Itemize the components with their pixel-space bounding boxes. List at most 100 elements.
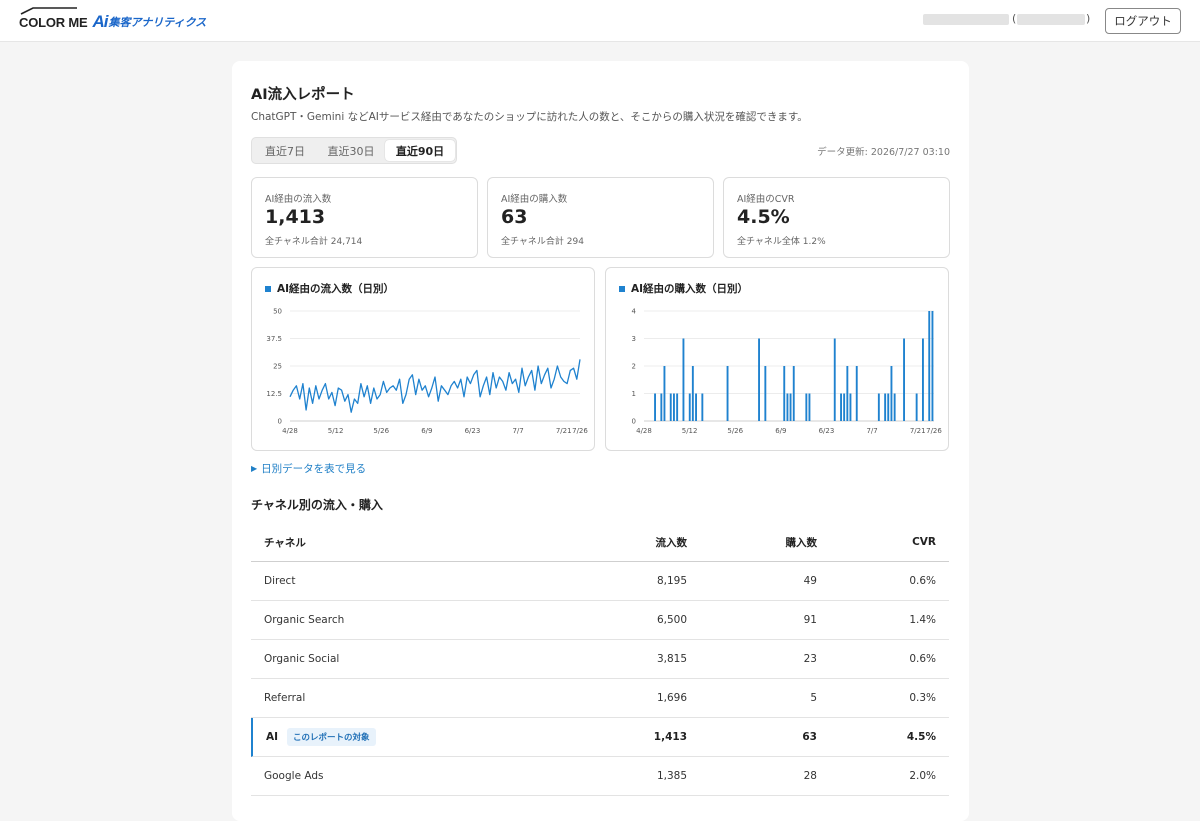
kpi-value: 4.5%: [737, 206, 790, 228]
purchases-chart-card: 0 1 2 3 4 4/28 5/12 5/26 6/9 6/23 7/7 7/21 7/26 AI経由…: [605, 267, 949, 451]
visits-chart-title: AI経由の流入数（日別）: [265, 281, 394, 296]
header-purchases: 購入数: [785, 536, 818, 549]
top-bar: COLOR ME Ai 集客アナリティクス ( ) ログアウト: [0, 0, 1200, 42]
kpi-sub: 全チャネル合計 24,714: [265, 237, 363, 247]
channel-purchases: 49: [803, 575, 817, 587]
purchase-bar: [660, 393, 663, 421]
header-channel: チャネル: [264, 536, 306, 549]
channel-purchases: 5: [810, 692, 817, 704]
purchase-bar: [877, 393, 880, 421]
purchase-bar: [764, 366, 767, 421]
kpi-label: AI経由の購入数: [501, 194, 568, 205]
channel-visits: 3,815: [656, 653, 687, 665]
table-row: Direct 8,195 49 0.6%: [251, 562, 949, 601]
x-tick-label: 5/26: [373, 427, 389, 435]
y-tick-label: 0: [278, 418, 282, 426]
y-tick-label: 12.5: [266, 390, 282, 398]
y-tick-label: 50: [273, 308, 282, 316]
y-tick-label: 37.5: [266, 335, 282, 343]
kpi-value: 63: [501, 206, 528, 228]
logo-product-name: 集客アナリティクス: [108, 16, 207, 29]
channel-cvr: 0.6%: [909, 653, 936, 665]
purchases-chart-title: AI経由の購入数（日別）: [619, 281, 748, 296]
y-tick-label: 3: [632, 335, 636, 343]
purchase-bar: [915, 393, 918, 421]
x-tick-label: 4/28: [636, 427, 652, 435]
paren-close: ): [1086, 12, 1091, 25]
purchase-bar: [928, 311, 931, 421]
channel-section-title: チャネル別の流入・購入: [251, 498, 383, 512]
channel-cvr: 2.0%: [909, 770, 936, 782]
channel-visits: 1,413: [653, 731, 687, 743]
user-id-redacted: [1017, 14, 1085, 25]
y-tick-label: 2: [632, 363, 636, 371]
x-tick-label: 7/26: [926, 427, 942, 435]
kpi-sub: 全チャネル合計 294: [501, 237, 584, 247]
paren-open: (: [1012, 12, 1017, 25]
purchase-bar: [783, 366, 786, 421]
purchase-bar: [890, 366, 893, 421]
channel-purchases: 91: [803, 614, 817, 626]
x-tick-label: 7/7: [866, 427, 877, 435]
channel-cvr: 1.4%: [909, 614, 936, 626]
kpi-ai-visits: AI経由の流入数 1,413 全チャネル合計 24,714: [251, 177, 478, 258]
visits-chart-title-text: AI経由の流入数（日別）: [277, 283, 395, 295]
kpi-value: 1,413: [265, 206, 326, 228]
daily-data-toggle[interactable]: ▶ 日別データを表で見る: [251, 461, 366, 476]
logo-roof-icon: [20, 7, 77, 15]
purchase-bar: [682, 338, 685, 421]
kpi-ai-purchases: AI経由の購入数 63 全チャネル合計 294: [487, 177, 714, 258]
logo-ai-mark: Ai: [92, 12, 108, 31]
disclosure-triangle-icon: ▶: [251, 464, 258, 473]
channel-purchases: 28: [803, 770, 817, 782]
channel-name: AI このレポートの対象: [266, 718, 376, 756]
channel-table: チャネル 流入数 購入数 CVR Direct 8,195 49 0.6% Or…: [251, 523, 949, 796]
channel-cvr: 0.6%: [909, 575, 936, 587]
y-tick-label: 0: [632, 418, 636, 426]
x-tick-label: 7/26: [572, 427, 588, 435]
x-tick-label: 7/21: [910, 427, 926, 435]
purchase-bar: [903, 338, 905, 421]
x-tick-label: 6/23: [819, 427, 835, 435]
legend-square-icon: [265, 285, 271, 292]
purchase-bar: [673, 393, 675, 421]
channel-visits: 8,195: [656, 575, 687, 587]
x-tick-label: 5/12: [328, 427, 344, 435]
table-row: Organic Search 6,500 91 1.4%: [251, 601, 949, 640]
channel-cvr: 4.5%: [906, 731, 936, 743]
channel-name: Organic Search: [264, 614, 345, 626]
page-title: AI流入レポート: [251, 87, 355, 103]
channel-cvr: 0.3%: [909, 692, 936, 704]
report-card: AI流入レポート ChatGPT・Gemini などAIサービス経由であなたのシ…: [232, 61, 969, 821]
purchase-bar: [843, 393, 846, 421]
kpi-label: AI経由の流入数: [265, 194, 332, 205]
purchase-bar: [701, 393, 704, 421]
purchase-bar: [846, 366, 849, 421]
channel-name-text: AI: [266, 731, 279, 743]
tab-90days[interactable]: 直近90日: [385, 140, 455, 161]
table-row: Google Ads 1,385 28 2.0%: [251, 757, 949, 796]
purchase-bar: [726, 366, 729, 421]
purchase-bar: [669, 393, 672, 421]
logout-button[interactable]: ログアウト: [1105, 8, 1181, 34]
channel-visits: 1,385: [656, 770, 687, 782]
report-target-badge: このレポートの対象: [287, 728, 376, 746]
x-tick-label: 6/9: [775, 427, 786, 435]
table-row-highlighted: AI このレポートの対象 1,413 63 4.5%: [251, 718, 949, 757]
user-name-redacted: [923, 14, 1009, 25]
data-updated-timestamp: データ更新: 2026/7/27 03:10: [817, 147, 950, 158]
purchase-bar: [840, 393, 842, 421]
y-tick-label: 25: [273, 363, 282, 371]
channel-name: Organic Social: [264, 653, 340, 665]
channel-name: Google Ads: [264, 770, 324, 782]
x-tick-label: 7/21: [556, 427, 572, 435]
purchase-bar: [887, 393, 890, 421]
app-logo[interactable]: COLOR ME Ai 集客アナリティクス: [19, 7, 207, 32]
purchase-bar: [855, 366, 858, 421]
x-tick-label: 4/28: [282, 427, 298, 435]
x-tick-label: 7/7: [512, 427, 523, 435]
daily-data-toggle-label: 日別データを表で見る: [261, 463, 367, 475]
header-cvr: CVR: [912, 536, 936, 548]
tab-7days[interactable]: 直近7日: [254, 140, 316, 161]
tab-30days[interactable]: 直近30日: [318, 140, 384, 161]
